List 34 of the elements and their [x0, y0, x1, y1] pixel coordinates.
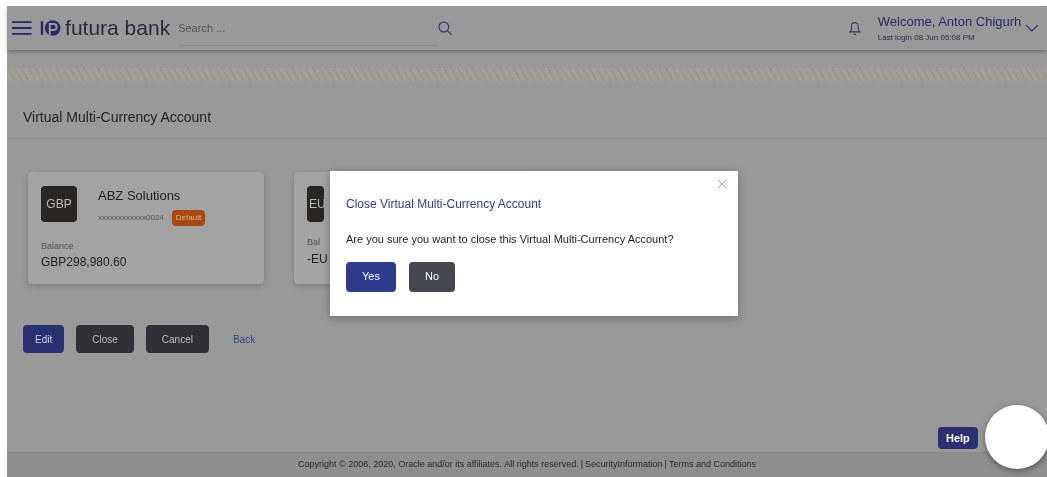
close-icon[interactable] — [717, 179, 727, 189]
dialog-button[interactable]: Yes — [346, 261, 396, 292]
last-login-text: Last login 08 Jun 05:08 PM — [877, 31, 976, 44]
logo-icon — [39, 18, 62, 38]
currency-tile: GBP — [41, 186, 77, 222]
bell-icon[interactable] — [848, 20, 862, 36]
balance-label: Bal — [307, 236, 320, 249]
default-badge: Default — [171, 209, 206, 226]
separator: | — [579, 458, 584, 472]
balance-label: Balance — [41, 239, 74, 253]
account-card[interactable]: GBP ABZ Solutions xxxxxxxxxxxx0024 Default Balance GBP298,980.60 — [28, 172, 264, 284]
menu-icon[interactable] — [12, 20, 32, 36]
search-icon[interactable] — [437, 20, 454, 36]
currency-tile: EU — [307, 186, 324, 222]
dialog-title: Close Virtual Multi-Currency Account — [346, 196, 543, 213]
page-title: Virtual Multi-Currency Account — [23, 109, 212, 125]
balance-amount: -EU — [307, 250, 328, 268]
footer-link[interactable]: Terms and Conditions — [668, 458, 756, 472]
copyright-text: Copyright © 2006, 2020, Oracle and/or its affiliates. All rights reserved. — [298, 458, 579, 472]
account-name: ABZ Solutions — [98, 187, 182, 205]
action-button[interactable]: Cancel — [145, 325, 209, 353]
action-button[interactable]: Close — [76, 325, 134, 353]
help-button[interactable]: Help — [938, 427, 978, 449]
action-button[interactable]: Edit — [23, 325, 65, 353]
search-field[interactable]: Search ... — [178, 10, 438, 46]
welcome-text[interactable]: Welcome, Anton Chigurh — [877, 12, 1022, 32]
account-number: xxxxxxxxxxxx0024 — [98, 211, 164, 224]
separator: | — [663, 458, 668, 472]
chevron-down-icon[interactable] — [1025, 23, 1039, 33]
balance-amount: GBP298,980.60 — [41, 254, 127, 271]
dialog-message: Are you sure you want to close this Virtual Multi-Currency Account? — [346, 232, 675, 247]
dialog-button[interactable]: No — [408, 261, 455, 292]
footer-link[interactable]: SecurityInformation — [585, 458, 663, 472]
brand-name: futura bank — [65, 15, 171, 42]
